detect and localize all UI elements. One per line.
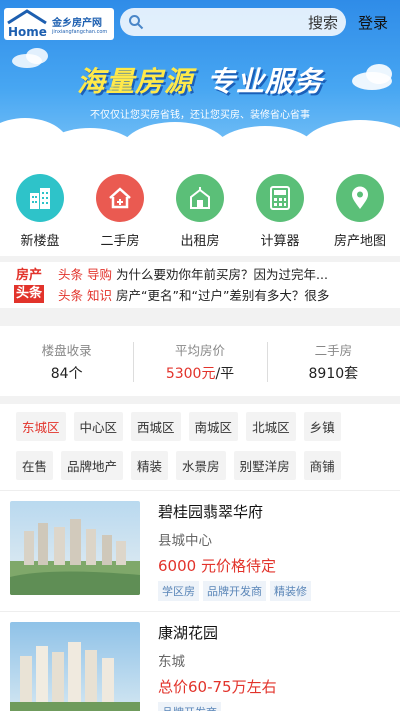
filter-tag-dongcheng[interactable]: 东城区	[16, 412, 66, 441]
logo-title: 金乡房产网	[52, 17, 102, 29]
stat-label: 楼盘收录	[41, 342, 92, 358]
slogan-right: 专业服务	[207, 65, 324, 98]
filter-tag-zhongxin[interactable]: 中心区	[73, 412, 124, 441]
headlines-badge: 房产 头条	[8, 266, 50, 304]
nav-calculator[interactable]: 计算器	[245, 174, 315, 256]
headline-category: 导购	[87, 267, 113, 282]
calculator-icon	[256, 174, 304, 222]
nav-new-homes[interactable]: 新楼盘	[5, 174, 75, 256]
nav-label: 计算器	[260, 234, 300, 249]
stat-avg-price: 平均房价 5300元/平	[133, 340, 266, 383]
headline-item[interactable]: 头条 导购 为什么要劝你年前买房？因为过完年...	[58, 264, 394, 285]
map-pin-icon	[336, 174, 384, 222]
listing-card[interactable]: 碧桂园翡翠华府 县城中心 6000 元价格待定 学区房 品牌开发商 精装修	[0, 490, 400, 611]
stat-second-hand: 二手房 8910套	[266, 340, 400, 383]
stat-listings: 楼盘收录 84个	[0, 340, 133, 383]
filter-tag-beicheng[interactable]: 北城区	[246, 412, 296, 441]
filter-tag-shops[interactable]: 商铺	[303, 451, 341, 480]
stat-value: 8910套	[308, 365, 359, 382]
badge-top: 房产	[15, 268, 42, 283]
listing-card[interactable]: 康湖花园 东城 总价60-75万左右 品牌开发商	[0, 611, 400, 711]
listing-tag: 精装修	[270, 581, 311, 601]
house-logo-icon: Home	[4, 9, 50, 39]
search-button[interactable]: 搜索	[308, 12, 338, 33]
listing-location: 县城中心	[158, 533, 212, 549]
nav-label: 二手房	[100, 234, 140, 249]
nav-label: 出租房	[180, 234, 220, 249]
stat-value: 5300元/平	[133, 363, 266, 383]
login-link[interactable]: 登录	[358, 12, 388, 33]
house-icon	[96, 174, 144, 222]
listing-tag: 品牌开发商	[203, 581, 266, 601]
listing-price: 6000 元价格待定	[158, 557, 276, 575]
headline-text: 房产“更名”和“过户”差别有多大？很多	[116, 288, 330, 303]
search-bar: 搜索	[120, 8, 346, 36]
filter-tag-nancheng[interactable]: 南城区	[188, 412, 239, 441]
headline-category: 知识	[87, 288, 113, 303]
property-headlines: 房产 头条 头条 导购 为什么要劝你年前买房？因为过完年... 头条 知识 房产“更名”…	[0, 262, 400, 308]
search-input[interactable]	[150, 15, 308, 29]
building-icon	[16, 174, 64, 222]
nav-map[interactable]: 房产地图	[325, 174, 395, 256]
filter-tag-furnished[interactable]: 精装	[131, 451, 169, 480]
stat-value: 84个	[50, 365, 83, 382]
filter-tag-township[interactable]: 乡镇	[303, 412, 341, 441]
filter-tag-waterfront[interactable]: 水景房	[176, 451, 226, 480]
listing-location: 东城	[158, 654, 185, 670]
quick-nav: 新楼盘 二手房 出租房 计算器 房产地图	[0, 160, 400, 256]
banner-slogan: 海量房源 专业服务	[0, 60, 400, 100]
headline-tag: 头条	[58, 267, 84, 282]
slogan-left: 海量房源	[76, 65, 193, 98]
search-icon	[129, 15, 144, 30]
nav-label: 新楼盘	[20, 234, 60, 249]
logo-domain: jinxiangfangchan.com	[52, 28, 108, 35]
top-banner: Home 金乡房产网 jinxiangfangchan.com 搜索 登录 海量…	[0, 0, 400, 160]
banner-subtitle: 不仅仅让您买房省钱，还让您买房、装修省心省事	[90, 110, 310, 121]
headline-text: 为什么要劝你年前买房？因为过完年...	[116, 267, 328, 282]
filter-tag-on-sale[interactable]: 在售	[16, 451, 54, 480]
avg-price-value: 5300元	[165, 365, 216, 382]
nav-rentals[interactable]: 出租房	[165, 174, 235, 256]
nav-label: 房产地图	[333, 234, 386, 249]
filter-tag-xicheng[interactable]: 西城区	[131, 412, 181, 441]
filter-tags: 东城区 中心区 西城区 南城区 北城区 乡镇 在售 品牌地产 精装 水景房 别墅…	[0, 404, 400, 490]
headline-tag: 头条	[58, 288, 84, 303]
listing-image	[10, 622, 140, 711]
headline-item[interactable]: 头条 知识 房产“更名”和“过户”差别有多大？很多	[58, 285, 394, 306]
site-logo[interactable]: Home 金乡房产网 jinxiangfangchan.com	[4, 8, 114, 40]
listing-name: 碧桂园翡翠华府	[158, 503, 264, 521]
logo-word: Home	[8, 25, 47, 39]
nav-second-hand[interactable]: 二手房	[85, 174, 155, 256]
badge-bottom: 头条	[13, 285, 44, 303]
stat-label: 平均房价	[174, 342, 225, 358]
market-stats: 楼盘收录 84个 平均房价 5300元/平 二手房 8910套	[0, 326, 400, 396]
rental-house-icon	[176, 174, 224, 222]
listing-price: 总价60-75万左右	[158, 678, 277, 696]
district-filter-row: 东城区 中心区 西城区 南城区 北城区 乡镇	[16, 412, 392, 441]
listing-name: 康湖花园	[158, 624, 219, 642]
listing-image	[10, 501, 140, 595]
filter-tag-brand[interactable]: 品牌地产	[61, 451, 124, 480]
avg-price-unit: /平	[215, 365, 235, 382]
stat-label: 二手房	[314, 342, 353, 358]
listing-tag: 学区房	[158, 581, 199, 601]
listing-tag: 品牌开发商	[158, 702, 221, 711]
property-listings: 碧桂园翡翠华府 县城中心 6000 元价格待定 学区房 品牌开发商 精装修 康湖…	[0, 490, 400, 711]
feature-filter-row: 在售 品牌地产 精装 水景房 别墅洋房 商铺	[16, 451, 392, 480]
filter-tag-villa[interactable]: 别墅洋房	[233, 451, 296, 480]
